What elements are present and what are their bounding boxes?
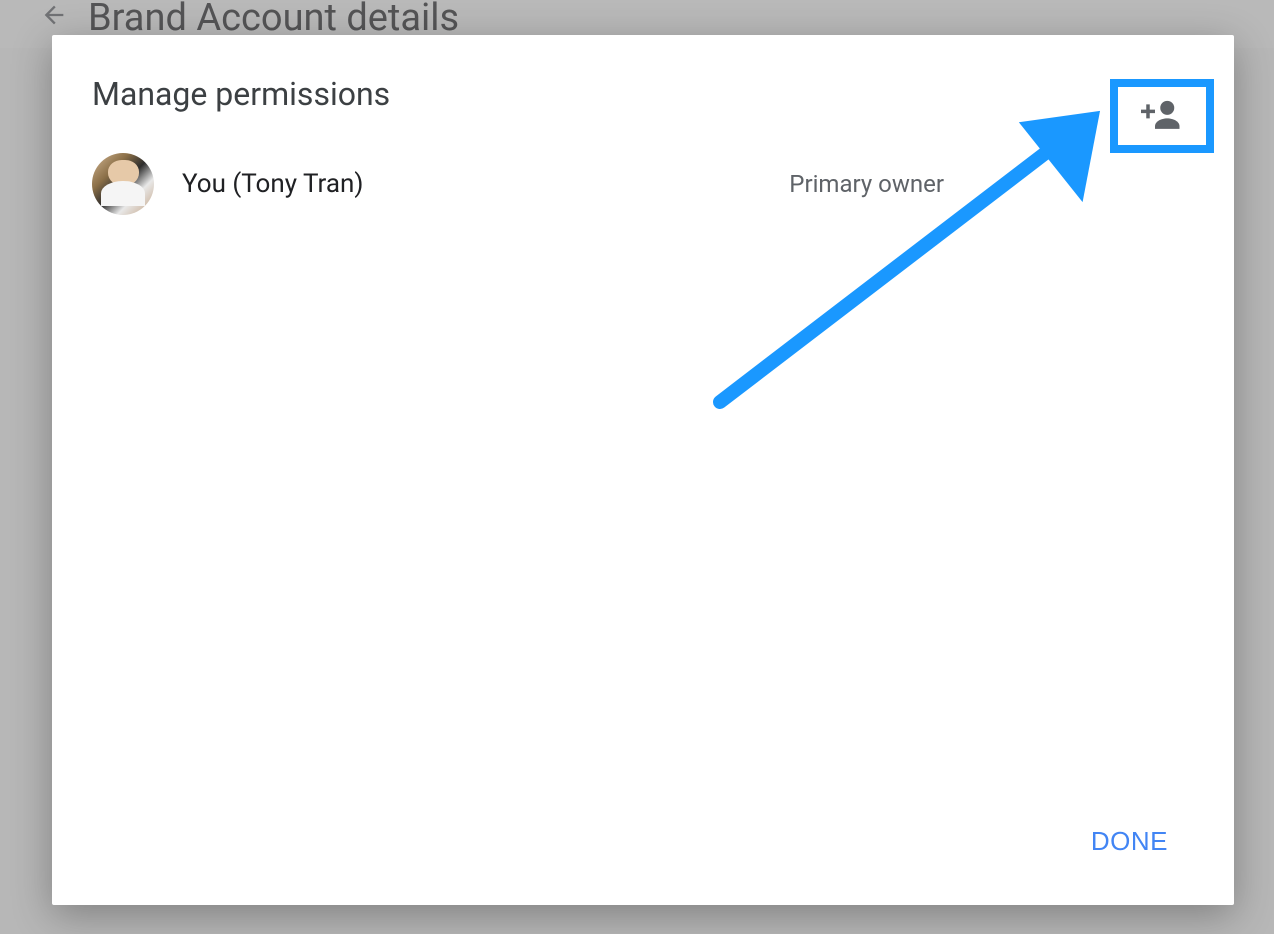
- user-role: Primary owner: [789, 170, 944, 198]
- modal-header: Manage permissions: [52, 35, 1234, 133]
- user-name: You (Tony Tran): [182, 169, 761, 199]
- modal-footer: DONE: [52, 788, 1234, 905]
- user-row: You (Tony Tran) Primary owner: [52, 133, 1234, 235]
- add-person-button[interactable]: [1110, 79, 1214, 153]
- modal-title: Manage permissions: [92, 75, 390, 113]
- add-person-icon: [1141, 99, 1183, 133]
- avatar: [92, 153, 154, 215]
- done-button[interactable]: DONE: [1075, 818, 1184, 865]
- manage-permissions-modal: Manage permissions You (Tony Tran) Prima…: [52, 35, 1234, 905]
